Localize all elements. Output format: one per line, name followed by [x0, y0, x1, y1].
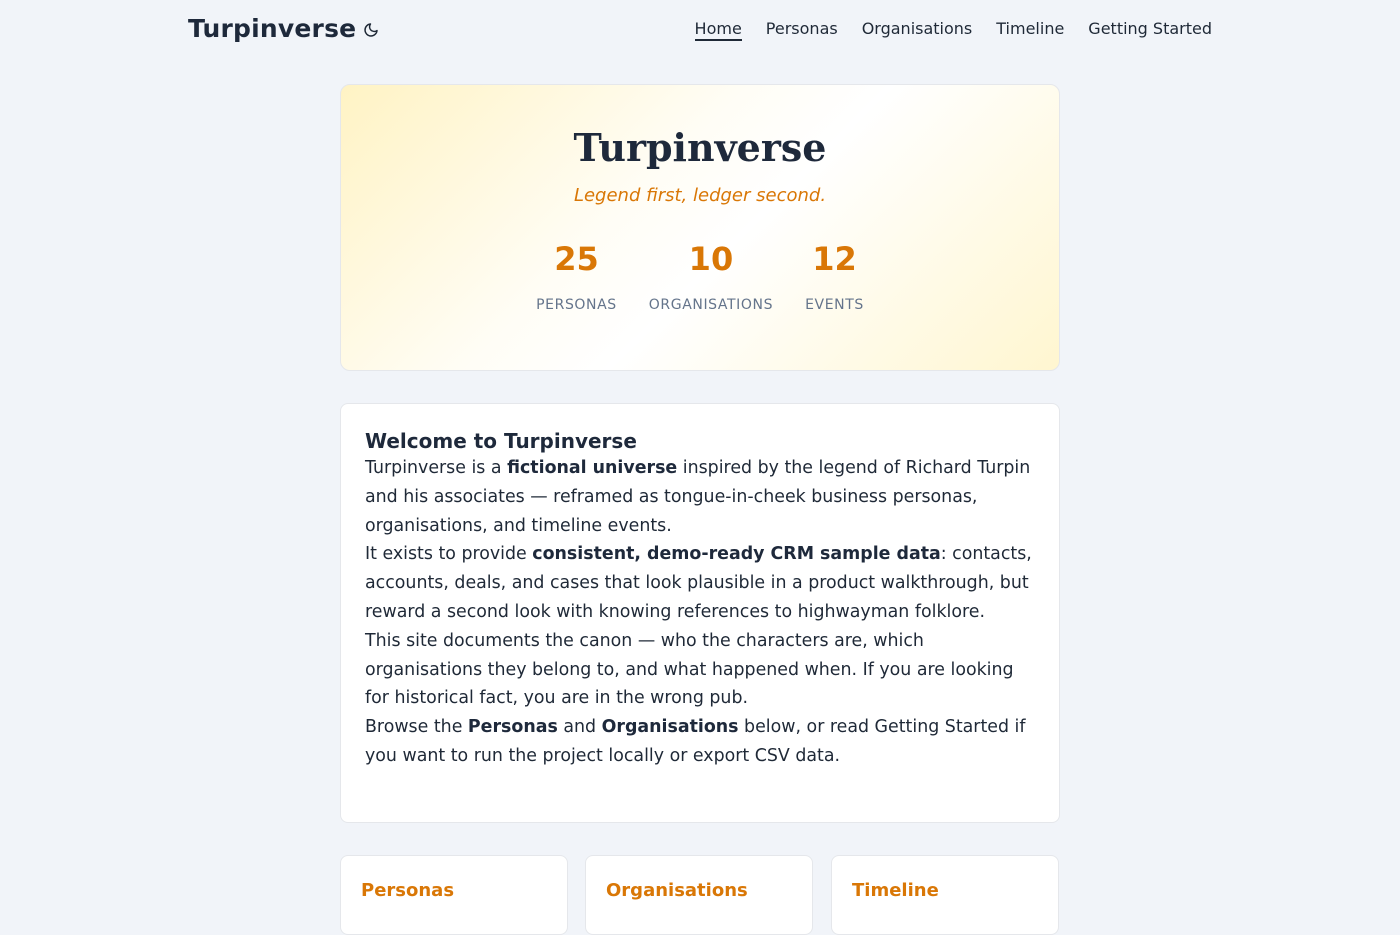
- nav-timeline[interactable]: Timeline: [996, 19, 1064, 41]
- welcome-section: Welcome to Turpinverse Turpinverse is a …: [340, 403, 1060, 823]
- stat-value: 25: [554, 240, 599, 278]
- stat-label: ORGANISATIONS: [648, 297, 774, 313]
- main-nav: Home Personas Organisations Timeline Get…: [694, 19, 1212, 41]
- hero-banner: Turpinverse Legend first, ledger second.…: [340, 84, 1060, 371]
- card-title: Personas: [361, 880, 455, 901]
- top-navigation: Turpinverse Home Personas Organisations …: [0, 0, 1400, 60]
- hero-title: Turpinverse: [573, 125, 827, 170]
- nav-home[interactable]: Home: [694, 19, 742, 41]
- stat-value: 10: [688, 240, 734, 278]
- welcome-paragraph-1: Turpinverse is a fictional universe insp…: [365, 458, 1031, 536]
- nav-getting-started[interactable]: Getting Started: [1088, 19, 1212, 41]
- stat-label: EVENTS: [805, 297, 864, 313]
- card-title: Organisations: [606, 880, 748, 901]
- card-timeline[interactable]: Timeline: [831, 855, 1059, 935]
- brand-logo-link[interactable]: Turpinverse: [188, 14, 356, 43]
- card-personas[interactable]: Personas: [340, 855, 568, 935]
- stat-value: 12: [812, 240, 857, 278]
- card-title: Timeline: [852, 880, 939, 901]
- welcome-paragraph-2: It exists to provide consistent, demo-re…: [365, 544, 1032, 622]
- card-organisations[interactable]: Organisations: [585, 855, 813, 935]
- welcome-paragraph-3: This site documents the canon — who the …: [365, 630, 1014, 709]
- welcome-paragraph-4: Browse the Personas and Organisations be…: [365, 717, 1026, 766]
- theme-toggle-button[interactable]: [361, 20, 381, 40]
- nav-personas[interactable]: Personas: [766, 19, 838, 41]
- hero-tagline: Legend first, ledger second.: [573, 185, 827, 206]
- moon-icon: [364, 23, 378, 37]
- nav-organisations[interactable]: Organisations: [862, 19, 973, 41]
- welcome-heading: Welcome to Turpinverse: [365, 429, 637, 453]
- stat-personas: 25 PERSONAS: [536, 241, 617, 313]
- stat-label: PERSONAS: [536, 297, 617, 313]
- stat-organisations: 10 ORGANISATIONS: [649, 241, 773, 313]
- stat-events: 12 EVENTS: [805, 241, 864, 313]
- stats-row: 25 PERSONAS 10 ORGANISATIONS 12 EVENTS: [341, 241, 1059, 313]
